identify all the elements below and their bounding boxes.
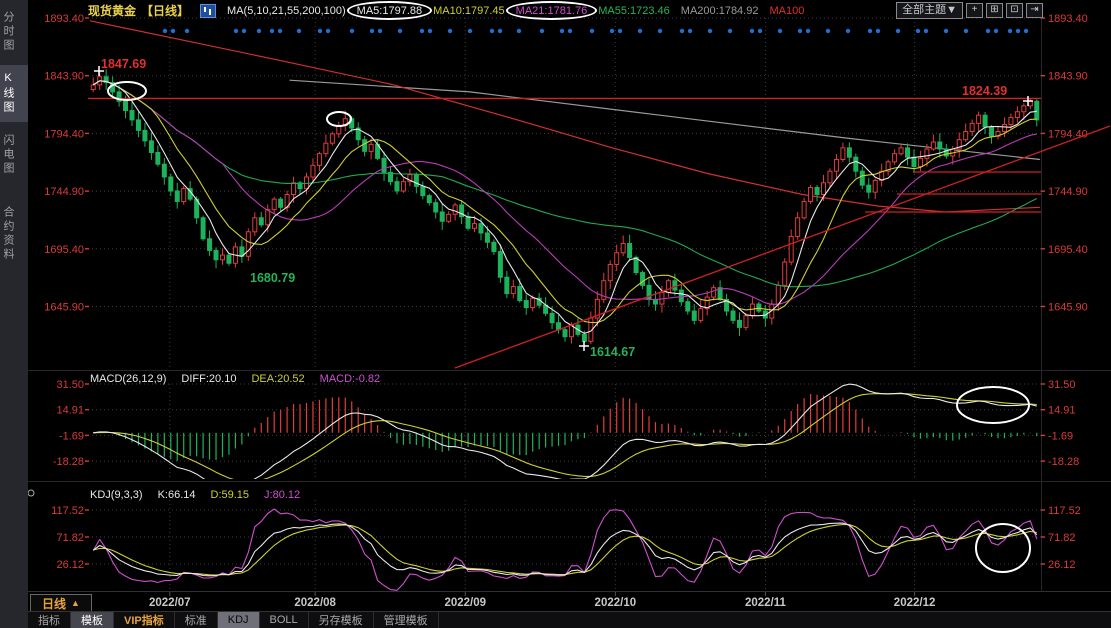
tab-save-template[interactable]: 另存模板 (309, 612, 374, 628)
svg-text:71.82: 71.82 (56, 532, 84, 544)
period-tag: 【日线】 (141, 2, 189, 19)
svg-text:2022/08: 2022/08 (294, 597, 336, 609)
header-toolbar: 全部主题▼ + ⊞ ⊡ ⇥ (896, 2, 1043, 19)
svg-text:1794.40: 1794.40 (1048, 128, 1088, 140)
chart-canvas[interactable]: 1893.401893.401843.901843.901794.401794.… (0, 0, 1111, 628)
indicator-tab-bar: 指标 模板 VIP指标 标准 KDJ BOLL 另存模板 管理模板 (28, 611, 1111, 628)
period-selector-button[interactable]: 日线 ▲ (30, 594, 92, 612)
tab-vip-indicators[interactable]: VIP指标 (114, 612, 175, 628)
period-label: 日线 (42, 595, 66, 612)
svg-text:1614.67: 1614.67 (590, 345, 635, 359)
sidebar-item-kline-chart[interactable]: K线图 (0, 65, 28, 122)
svg-text:26.12: 26.12 (56, 559, 84, 571)
svg-text:1744.90: 1744.90 (44, 186, 84, 198)
svg-text:14.91: 14.91 (1048, 405, 1076, 417)
svg-text:2022/11: 2022/11 (745, 597, 787, 609)
svg-text:2022/09: 2022/09 (444, 597, 486, 609)
ma100-label: MA100 (769, 5, 804, 17)
tab-boll[interactable]: BOLL (260, 612, 309, 628)
svg-text:-18.28: -18.28 (1048, 456, 1079, 468)
kdj-k-value: K:66.14 (158, 489, 196, 501)
sidebar-item-contract-info[interactable]: 合约资料 (0, 199, 28, 269)
ma21-value: MA21:1781.76 (516, 5, 588, 17)
chart-type-sidebar: 分时图 K线图 闪电图 合约资料 (0, 0, 28, 628)
svg-text:1847.69: 1847.69 (101, 57, 146, 71)
svg-text:71.82: 71.82 (1048, 532, 1076, 544)
tab-standard[interactable]: 标准 (175, 612, 218, 628)
symbol-name: 现货黄金 (88, 2, 136, 19)
svg-text:117.52: 117.52 (51, 505, 84, 517)
theme-dropdown-button[interactable]: 全部主题▼ (896, 2, 963, 19)
svg-text:31.50: 31.50 (56, 379, 84, 391)
kdj-d-value: D:59.15 (211, 489, 250, 501)
tab-templates[interactable]: 模板 (71, 612, 114, 628)
svg-text:-1.69: -1.69 (1048, 430, 1073, 442)
svg-text:2022/07: 2022/07 (149, 597, 191, 609)
triangle-up-icon: ▲ (71, 598, 80, 608)
svg-text:-1.69: -1.69 (59, 430, 84, 442)
macd-hist-value: MACD:-0.82 (320, 373, 381, 385)
macd-dea-value: DEA:20.52 (251, 373, 304, 385)
kline-chart-icon (200, 4, 216, 18)
macd-title: MACD(26,12,9) (90, 373, 166, 385)
svg-text:31.50: 31.50 (1048, 379, 1076, 391)
tab-kdj[interactable]: KDJ (218, 612, 260, 628)
svg-text:-18.28: -18.28 (53, 456, 84, 468)
svg-text:2022/12: 2022/12 (894, 597, 936, 609)
pane-layout-icon[interactable]: ⊡ (1006, 3, 1023, 18)
svg-text:1645.90: 1645.90 (44, 302, 84, 314)
sidebar-item-flash-chart[interactable]: 闪电图 (0, 127, 28, 183)
svg-text:1893.40: 1893.40 (44, 13, 84, 25)
tab-indicators[interactable]: 指标 (28, 612, 71, 628)
kdj-header: KDJ(9,3,3) K:66.14 D:59.15 J:80.12 (90, 489, 300, 501)
svg-text:1843.90: 1843.90 (44, 71, 84, 83)
macd-header: MACD(26,12,9) DIFF:20.10 DEA:20.52 MACD:… (90, 373, 380, 385)
svg-text:1680.79: 1680.79 (250, 271, 295, 285)
move-icon[interactable]: + (966, 3, 983, 18)
svg-text:1645.90: 1645.90 (1048, 302, 1088, 314)
svg-text:2022/10: 2022/10 (595, 597, 637, 609)
fit-window-icon[interactable]: ⊞ (986, 3, 1003, 18)
ma10-value: MA10:1797.45 (433, 5, 505, 17)
svg-text:1744.90: 1744.90 (1048, 186, 1088, 198)
kdj-j-value: J:80.12 (264, 489, 300, 501)
svg-text:1843.90: 1843.90 (1048, 71, 1088, 83)
svg-text:117.52: 117.52 (1048, 505, 1081, 517)
svg-text:26.12: 26.12 (1048, 559, 1076, 571)
ma200-value: MA200:1784.92 (681, 5, 759, 17)
ma55-value: MA55:1723.46 (598, 5, 670, 17)
sidebar-item-time-chart[interactable]: 分时图 (0, 4, 28, 60)
pop-out-icon[interactable]: ⇥ (1026, 3, 1043, 18)
tab-manage-template[interactable]: 管理模板 (374, 612, 439, 628)
trading-app-window: 1893.401893.401843.901843.901794.401794.… (0, 0, 1111, 628)
macd-diff-value: DIFF:20.10 (181, 373, 236, 385)
svg-text:1824.39: 1824.39 (962, 84, 1007, 98)
svg-text:1695.40: 1695.40 (44, 244, 84, 256)
svg-text:1794.40: 1794.40 (44, 128, 84, 140)
svg-text:1695.40: 1695.40 (1048, 244, 1088, 256)
svg-text:14.91: 14.91 (56, 405, 84, 417)
ma-settings-label: MA(5,10,21,55,200,100) (227, 5, 346, 17)
ma5-value: MA5:1797.88 (357, 5, 422, 17)
kdj-title: KDJ(9,3,3) (90, 489, 143, 501)
chart-header: 现货黄金 【日线】 MA(5,10,21,55,200,100) MA5:179… (88, 0, 1111, 21)
